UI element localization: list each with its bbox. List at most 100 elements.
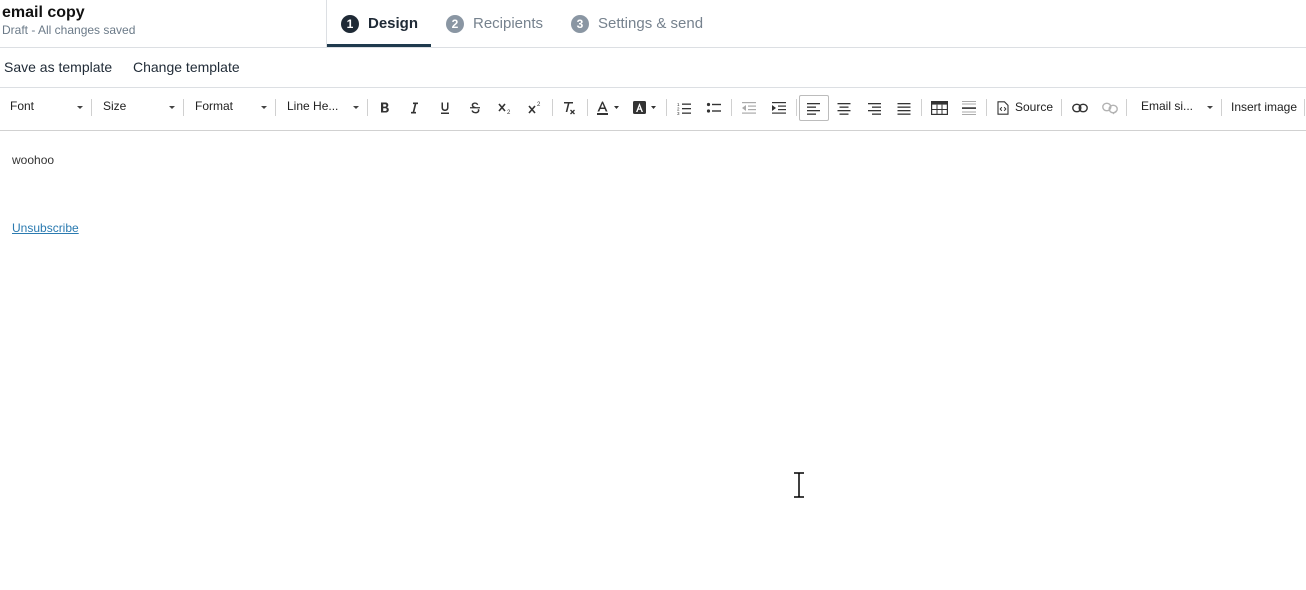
bulleted-list-icon	[706, 102, 721, 113]
body-paragraph[interactable]: woohoo	[12, 153, 54, 167]
toolbar-separator	[921, 99, 922, 116]
document-title-block: email copy Draft - All changes saved	[2, 3, 324, 37]
background-color-button[interactable]	[629, 96, 661, 120]
step-label: Settings & send	[598, 15, 704, 32]
line-height-dropdown-label: Line He...	[287, 99, 339, 113]
step-number: 1	[341, 14, 359, 33]
link-button[interactable]	[1067, 96, 1093, 120]
decrease-indent-icon	[742, 102, 756, 114]
font-dropdown-label: Font	[10, 99, 35, 113]
save-status: Draft - All changes saved	[2, 23, 136, 37]
step-label: Design	[368, 15, 419, 32]
app-header: email copy Draft - All changes saved 1 D…	[0, 0, 1306, 48]
toolbar-separator	[183, 99, 184, 116]
toolbar-separator	[1304, 99, 1305, 116]
bold-button[interactable]	[372, 96, 398, 120]
change-template-button[interactable]: Change template	[133, 59, 240, 75]
source-button[interactable]	[994, 96, 1012, 120]
toolbar-separator	[731, 99, 732, 116]
email-signature-dropdown-label: Email si...	[1141, 99, 1194, 113]
align-left-icon	[807, 103, 820, 115]
subscript-icon: 2	[498, 103, 511, 115]
active-step-indicator	[327, 44, 431, 47]
toolbar-separator	[986, 99, 987, 116]
font-dropdown[interactable]: Font	[10, 99, 83, 117]
step-label: Recipients	[473, 15, 544, 32]
format-dropdown[interactable]: Format	[195, 99, 267, 117]
format-dropdown-label: Format	[195, 99, 234, 113]
action-bar: Save as template Change template	[0, 48, 1306, 88]
toolbar-separator	[796, 99, 797, 116]
chevron-down-icon	[77, 106, 83, 109]
align-right-icon	[868, 103, 881, 115]
numbered-list-icon: 123	[677, 102, 691, 115]
size-dropdown[interactable]: Size	[103, 99, 175, 117]
text-cursor-icon	[794, 472, 804, 498]
superscript-button[interactable]: 2	[522, 96, 548, 120]
numbered-list-button[interactable]: 123	[671, 96, 697, 120]
chevron-down-icon	[261, 106, 267, 109]
strikethrough-icon	[470, 102, 480, 114]
chevron-down-icon	[169, 106, 175, 109]
background-color-icon	[633, 101, 656, 114]
justify-button[interactable]	[891, 96, 917, 120]
subscript-button[interactable]: 2	[492, 96, 518, 120]
svg-text:3: 3	[677, 111, 680, 115]
underline-button[interactable]	[432, 96, 458, 120]
source-icon	[997, 101, 1009, 115]
step-design[interactable]: 1 Design	[341, 0, 418, 47]
table-button[interactable]	[926, 96, 952, 120]
italic-icon	[411, 102, 418, 114]
underline-icon	[441, 102, 449, 114]
toolbar-separator	[587, 99, 588, 116]
toolbar-separator	[666, 99, 667, 116]
remove-format-button[interactable]	[556, 96, 582, 120]
step-settings-send[interactable]: 3 Settings & send	[571, 0, 703, 47]
unlink-button[interactable]	[1097, 96, 1123, 120]
header-divider	[326, 0, 327, 47]
toolbar-separator	[275, 99, 276, 116]
step-recipients[interactable]: 2 Recipients	[446, 0, 543, 47]
decrease-indent-button[interactable]	[736, 96, 762, 120]
line-height-dropdown[interactable]: Line He...	[287, 99, 359, 117]
step-number: 3	[571, 14, 589, 33]
align-left-button[interactable]	[799, 95, 829, 121]
email-body-editor[interactable]: woohoo Unsubscribe	[0, 131, 1306, 590]
italic-button[interactable]	[401, 96, 427, 120]
toolbar-separator	[1221, 99, 1222, 116]
text-color-button[interactable]	[592, 96, 624, 120]
email-signature-dropdown[interactable]: Email si...	[1141, 99, 1213, 117]
horizontal-line-button[interactable]	[956, 96, 982, 120]
remove-format-icon	[564, 102, 575, 115]
svg-text:2: 2	[507, 110, 511, 115]
table-icon	[930, 101, 948, 115]
unsubscribe-link[interactable]: Unsubscribe	[12, 221, 79, 235]
horizontal-line-icon	[962, 101, 976, 115]
toolbar-separator	[1126, 99, 1127, 116]
strikethrough-button[interactable]	[462, 96, 488, 120]
chevron-down-icon	[353, 106, 359, 109]
toolbar-separator	[552, 99, 553, 116]
document-title: email copy	[2, 4, 85, 21]
increase-indent-button[interactable]	[766, 96, 792, 120]
unlink-icon	[1102, 102, 1118, 115]
save-as-template-button[interactable]: Save as template	[4, 59, 112, 75]
align-center-button[interactable]	[831, 96, 857, 120]
bulleted-list-button[interactable]	[701, 96, 727, 120]
align-center-icon	[837, 103, 851, 115]
toolbar-separator	[367, 99, 368, 116]
chevron-down-icon	[1207, 106, 1213, 109]
toolbar-separator	[1061, 99, 1062, 116]
justify-icon	[897, 103, 911, 115]
increase-indent-icon	[772, 102, 786, 114]
insert-image-button[interactable]: Insert image	[1231, 100, 1297, 114]
bold-icon	[381, 102, 389, 113]
size-dropdown-label: Size	[103, 99, 127, 113]
link-icon	[1072, 103, 1088, 113]
superscript-icon: 2	[528, 102, 541, 114]
svg-text:2: 2	[537, 102, 541, 108]
source-label[interactable]: Source	[1015, 100, 1053, 114]
align-right-button[interactable]	[861, 96, 887, 120]
toolbar-separator	[91, 99, 92, 116]
step-number: 2	[446, 14, 464, 33]
